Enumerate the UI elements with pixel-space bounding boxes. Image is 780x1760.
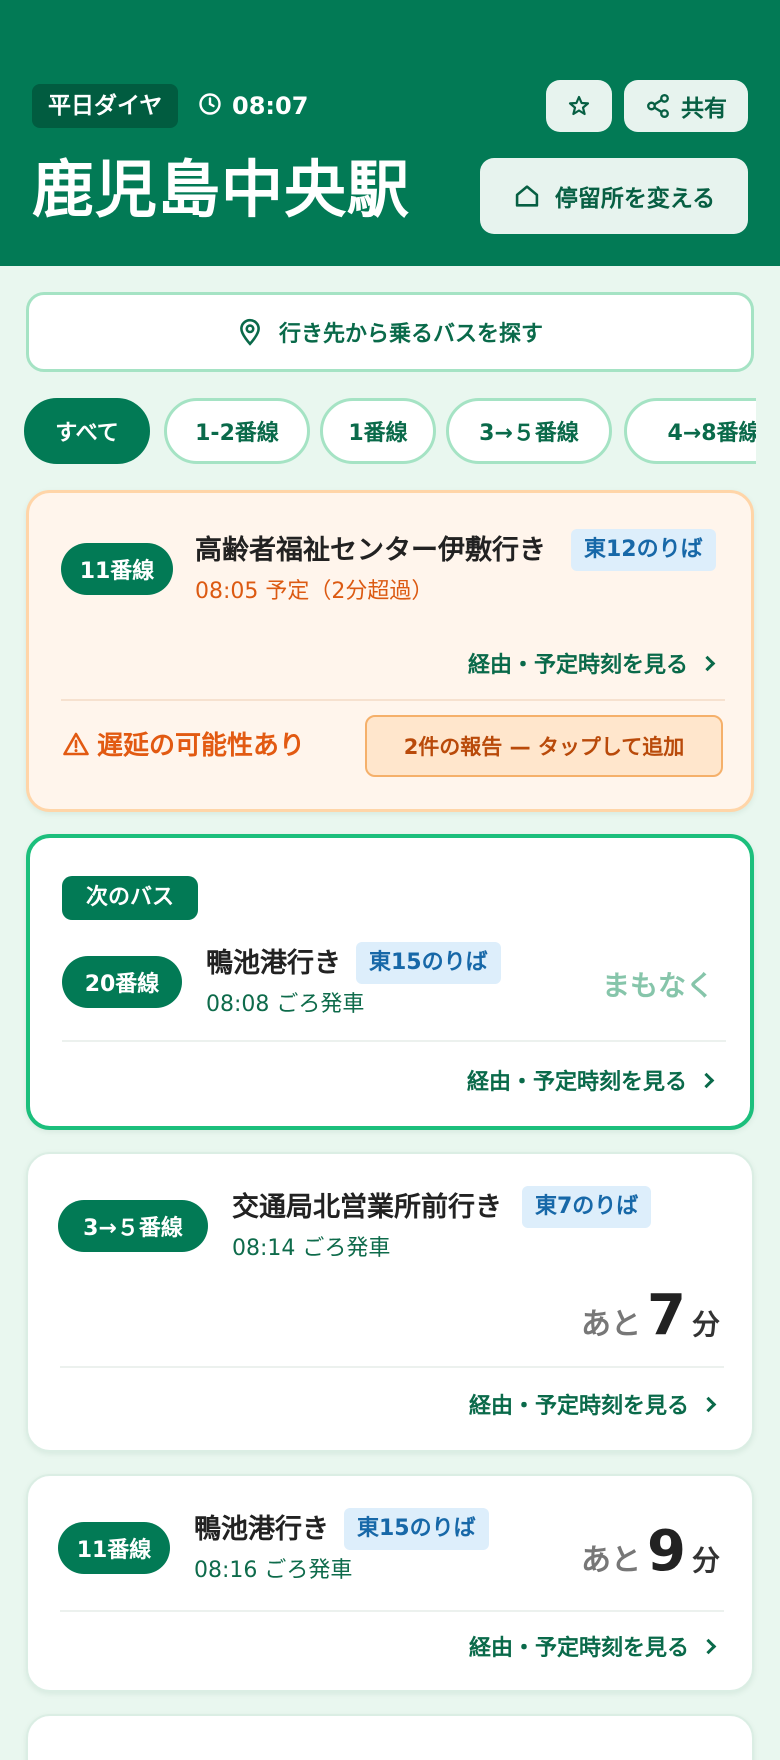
route-badge: 11番線 <box>61 543 173 595</box>
countdown: あと 7 分 <box>581 1288 720 1344</box>
departure-time: 08:08 ごろ発車 <box>206 992 365 1017</box>
arrival-status: まもなく <box>601 969 714 1002</box>
stop-tag: 東15のりば <box>344 1508 489 1550</box>
destination-search-button[interactable]: 行き先から乗るバスを探す <box>26 292 754 372</box>
route-filter-bar: すべて 1-2番線 1番線 3→５番線 4→8番線 <box>24 398 756 466</box>
departure-card-delayed[interactable]: 11番線 高齢者福祉センター伊敷行き 東12のりば 08:05 予定（2分超過）… <box>26 490 754 812</box>
route-detail-link[interactable]: 経由・予定時刻を見る <box>467 647 716 679</box>
change-stop-label: 停留所を変える <box>554 186 716 212</box>
share-label: 共有 <box>681 96 727 122</box>
current-time: 08:07 <box>232 92 309 120</box>
departure-card[interactable]: 11番線 鴨池港行き 東15のりば 08:16 ごろ発車 あと 9 分 経由・予… <box>26 1474 754 1692</box>
destination: 鴨池港行き <box>194 1514 329 1545</box>
favorite-button[interactable] <box>546 80 612 132</box>
route-detail-label: 経由・予定時刻を見る <box>468 1636 689 1661</box>
delay-warning: 遅延の可能性あり <box>63 725 305 762</box>
countdown-minutes: 7 <box>647 1283 686 1348</box>
filter-chip[interactable]: 1番線 <box>320 398 436 464</box>
destination: 高齢者福祉センター伊敷行き <box>195 535 546 566</box>
countdown-unit: 分 <box>691 1544 720 1577</box>
divider <box>62 1040 726 1042</box>
station-title: 鹿児島中央駅 <box>32 153 411 226</box>
search-label: 行き先から乗るバスを探す <box>278 322 543 347</box>
change-stop-button[interactable]: 停留所を変える <box>480 158 748 234</box>
route-badge: 11番線 <box>58 1522 170 1574</box>
divider <box>60 1366 724 1368</box>
home-icon <box>515 185 539 207</box>
route-detail-label: 経由・予定時刻を見る <box>468 1394 689 1419</box>
departure-card-next[interactable]: 次のバス 20番線 鴨池港行き 東15のりば 08:08 ごろ発車 まもなく 経… <box>26 834 754 1130</box>
destination: 鴨池港行き <box>206 948 341 979</box>
countdown: あと 9 分 <box>581 1524 720 1580</box>
stop-tag: 東12のりば <box>571 529 716 571</box>
departure-time: 08:14 ごろ発車 <box>232 1236 391 1261</box>
clock-icon <box>199 93 221 115</box>
chevron-right-icon <box>699 655 716 671</box>
filter-chip[interactable]: 4→8番線 <box>624 398 756 464</box>
header: 平日ダイヤ 08:07 共有 鹿児島中央駅 停留所を変える <box>0 0 780 266</box>
filter-chip[interactable]: 3→５番線 <box>446 398 612 464</box>
delay-report-button[interactable]: 2件の報告 — タップして追加 <box>365 715 723 777</box>
warning-icon <box>63 732 89 755</box>
route-badge: 20番線 <box>62 956 182 1008</box>
route-detail-label: 経由・予定時刻を見る <box>466 1070 687 1095</box>
diagram-badge: 平日ダイヤ <box>32 84 179 128</box>
countdown-prefix: あと <box>581 1307 642 1342</box>
filter-chip[interactable]: 1-2番線 <box>164 398 310 464</box>
divider <box>61 699 725 701</box>
stop-tag: 東7のりば <box>522 1186 652 1228</box>
route-badge: 3→５番線 <box>58 1200 208 1252</box>
departure-time: 08:16 ごろ発車 <box>194 1558 353 1583</box>
filter-chip-all[interactable]: すべて <box>24 398 150 464</box>
route-detail-link[interactable]: 経由・予定時刻を見る <box>466 1064 715 1096</box>
scheduled-time: 08:05 予定（2分超過） <box>195 579 434 604</box>
next-bus-tag: 次のバス <box>62 876 199 920</box>
countdown-unit: 分 <box>691 1308 720 1341</box>
chevron-right-icon <box>698 1072 715 1088</box>
route-detail-link[interactable]: 経由・予定時刻を見る <box>468 1388 717 1420</box>
share-icon <box>647 93 669 119</box>
countdown-prefix: あと <box>581 1543 642 1578</box>
destination: 交通局北営業所前行き <box>232 1192 502 1223</box>
chevron-right-icon <box>700 1396 717 1412</box>
departure-card-partial[interactable] <box>26 1714 754 1760</box>
star-icon <box>568 95 590 116</box>
delay-warning-label: 遅延の可能性あり <box>97 731 306 761</box>
stop-tag: 東15のりば <box>356 942 501 984</box>
route-detail-label: 経由・予定時刻を見る <box>467 653 688 678</box>
location-pin-icon <box>240 318 260 346</box>
countdown-minutes: 9 <box>647 1519 686 1584</box>
chevron-right-icon <box>700 1638 717 1654</box>
divider <box>60 1610 724 1612</box>
route-detail-link[interactable]: 経由・予定時刻を見る <box>468 1630 717 1662</box>
share-button[interactable]: 共有 <box>624 80 748 132</box>
departure-card[interactable]: 3→５番線 交通局北営業所前行き 東7のりば 08:14 ごろ発車 あと 7 分… <box>26 1152 754 1452</box>
